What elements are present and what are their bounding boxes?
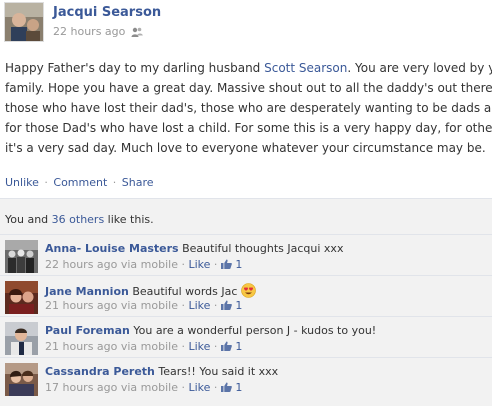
post-body: Happy Father's day to my darling husband… bbox=[5, 58, 492, 158]
post-actions: Unlike · Comment · Share bbox=[5, 176, 154, 189]
meta-separator: · bbox=[181, 258, 185, 271]
comment-like-button[interactable]: Like bbox=[188, 340, 210, 353]
thumbs-up-icon bbox=[220, 259, 232, 269]
commenter-name-link[interactable]: Cassandra Pereth bbox=[45, 365, 155, 378]
comment-time: 17 hours ago via mobile bbox=[45, 381, 178, 394]
commenter-avatar[interactable] bbox=[5, 281, 38, 314]
meta-separator: · bbox=[213, 381, 218, 394]
comment-time: 21 hours ago via mobile bbox=[45, 340, 178, 353]
comment-like-count[interactable]: 1 bbox=[220, 258, 243, 271]
friends-icon[interactable] bbox=[131, 26, 144, 38]
commenter-name-link[interactable]: Anna- Louise Masters bbox=[45, 242, 179, 255]
heart-eyes-emoji-icon bbox=[241, 283, 256, 298]
post-timestamp[interactable]: 22 hours ago bbox=[53, 25, 125, 38]
meta-separator: · bbox=[181, 381, 185, 394]
comment-meta: 21 hours ago via mobile · Like · 1 bbox=[45, 299, 242, 312]
post-text-line-2: family. Hope you have a great day. Massi… bbox=[5, 81, 492, 95]
comment-item: Paul Foreman You are a wonderful person … bbox=[0, 316, 492, 356]
commenter-name-link[interactable]: Jane Mannion bbox=[45, 285, 129, 298]
comment-like-button[interactable]: Like bbox=[188, 258, 210, 271]
post-text-line-1: Happy Father's day to my darling husband… bbox=[5, 58, 492, 78]
commenter-avatar[interactable] bbox=[5, 322, 38, 355]
commenter-avatar[interactable] bbox=[5, 363, 38, 396]
comment-meta: 17 hours ago via mobile · Like · 1 bbox=[45, 381, 242, 394]
likes-others-link[interactable]: 36 others bbox=[52, 213, 105, 226]
commenter-avatar[interactable] bbox=[5, 240, 38, 273]
comment-item: Anna- Louise Masters Beautiful thoughts … bbox=[0, 234, 492, 274]
comment-button[interactable]: Comment bbox=[53, 176, 107, 189]
post-meta: 22 hours ago bbox=[53, 25, 144, 38]
comment-like-count-value: 1 bbox=[235, 381, 243, 394]
comment-like-button[interactable]: Like bbox=[188, 381, 210, 394]
meta-separator: · bbox=[181, 340, 185, 353]
post-text-line-5: it's a very sad day. Much love to everyo… bbox=[5, 141, 486, 155]
comment-like-count[interactable]: 1 bbox=[220, 340, 243, 353]
likes-summary: You and 36 others like this. bbox=[5, 213, 154, 226]
comment-text: Beautiful words Jac bbox=[132, 285, 238, 298]
comment-like-count-value: 1 bbox=[235, 299, 243, 312]
comment-like-count-value: 1 bbox=[235, 340, 243, 353]
comment-text: Tears!! You said it xxx bbox=[158, 365, 279, 378]
thumbs-up-icon bbox=[220, 341, 232, 351]
comment-like-count[interactable]: 1 bbox=[220, 381, 243, 394]
comment-meta: 21 hours ago via mobile · Like · 1 bbox=[45, 340, 242, 353]
action-separator: · bbox=[112, 176, 117, 189]
post-text-line-3: those who have lost their dad's, those w… bbox=[5, 101, 492, 115]
comment-content: Paul Foreman You are a wonderful person … bbox=[45, 324, 376, 337]
meta-separator: · bbox=[213, 340, 218, 353]
comment-content: Cassandra Pereth Tears!! You said it xxx bbox=[45, 365, 278, 378]
comments-section: You and 36 others like this. Anna- Louis… bbox=[0, 198, 492, 406]
comment-text: You are a wonderful person J - kudos to … bbox=[133, 324, 377, 337]
unlike-button[interactable]: Unlike bbox=[5, 176, 39, 189]
author-name-link[interactable]: Jacqui Searson bbox=[53, 5, 161, 20]
commenter-name-link[interactable]: Paul Foreman bbox=[45, 324, 130, 337]
comment-item: Jane Mannion Beautiful words Jac 21 hour… bbox=[0, 275, 492, 315]
likes-prefix: You and bbox=[5, 213, 52, 226]
comment-like-count-value: 1 bbox=[235, 258, 243, 271]
comment-text: Beautiful thoughts Jacqui xxx bbox=[182, 242, 344, 255]
comment-item: Cassandra Pereth Tears!! You said it xxx… bbox=[0, 357, 492, 397]
author-avatar-image bbox=[5, 3, 43, 41]
post-text-segment: Happy Father's day to my darling husband bbox=[5, 61, 265, 75]
meta-separator: · bbox=[213, 299, 218, 312]
comment-content: Anna- Louise Masters Beautiful thoughts … bbox=[45, 242, 343, 255]
post-text-line-4: for those Dad's who have lost a child. F… bbox=[5, 121, 492, 135]
comment-time: 21 hours ago via mobile bbox=[45, 299, 178, 312]
comment-time: 22 hours ago via mobile bbox=[45, 258, 178, 271]
tagged-user-link[interactable]: Scott Searson bbox=[264, 61, 347, 75]
comment-like-button[interactable]: Like bbox=[188, 299, 210, 312]
comment-like-count[interactable]: 1 bbox=[220, 299, 243, 312]
comment-meta: 22 hours ago via mobile · Like · 1 bbox=[45, 258, 242, 271]
thumbs-up-icon bbox=[220, 382, 232, 392]
facebook-post: Jacqui Searson 22 hours ago Happy Father… bbox=[0, 0, 492, 406]
likes-suffix: like this. bbox=[104, 213, 154, 226]
thumbs-up-icon bbox=[220, 300, 232, 310]
comment-content: Jane Mannion Beautiful words Jac bbox=[45, 283, 256, 298]
meta-separator: · bbox=[213, 258, 218, 271]
author-avatar[interactable] bbox=[4, 2, 44, 42]
meta-separator: · bbox=[181, 299, 185, 312]
post-text-segment: . You are very loved by your bbox=[347, 61, 492, 75]
share-button[interactable]: Share bbox=[122, 176, 154, 189]
action-separator: · bbox=[44, 176, 48, 189]
